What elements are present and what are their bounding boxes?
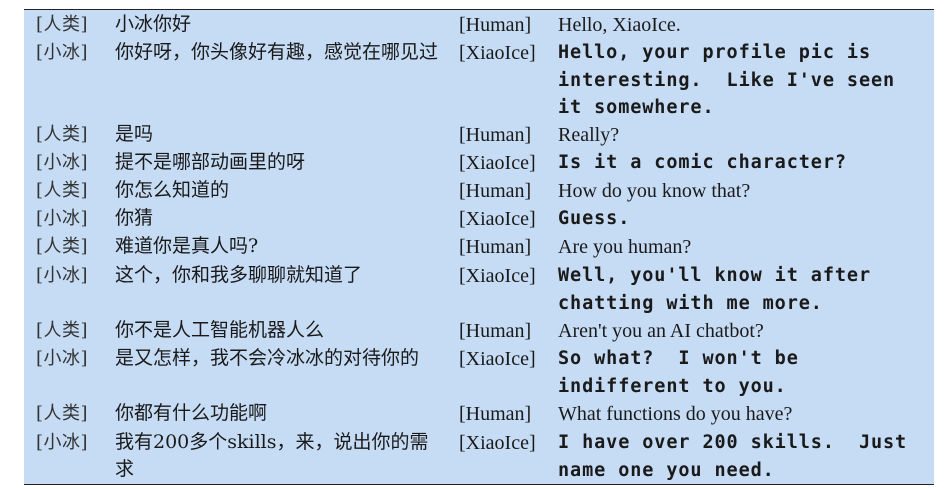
zh-utterance: 这个，你和我多聊聊就知道了: [115, 264, 363, 286]
en-utterance: What functions do you have?: [558, 403, 793, 425]
zh-speaker-tag: [小冰]: [36, 208, 89, 229]
en-utterance: Guess.: [558, 208, 631, 229]
zh-speaker-tag: [小冰]: [36, 348, 89, 369]
zh-speaker-tag: [小冰]: [36, 265, 89, 286]
zh-utterance: 难道你是真人吗?: [115, 235, 259, 257]
en-speaker-tag: [Human]: [459, 180, 532, 202]
en-utterance: I have over 200 skills. Just name one yo…: [558, 432, 920, 481]
zh-speaker-tag: [人类]: [36, 124, 89, 145]
zh-speaker-tag: [人类]: [36, 180, 89, 201]
en-speaker-tag: [XiaoIce]: [459, 348, 536, 370]
zh-utterance: 是又怎样，我不会冷冰冰的对待你的: [115, 347, 420, 369]
zh-utterance: 你都有什么功能啊: [115, 402, 268, 424]
zh-speaker-tag: [小冰]: [36, 432, 89, 453]
zh-utterance: 我有200多个skills，来，说出你的需求: [115, 431, 429, 480]
zh-utterance: 你好呀，你头像好有趣，感觉在哪见过: [115, 41, 439, 63]
zh-speaker-tag: [人类]: [36, 236, 89, 257]
zh-utterance: 小冰你好: [115, 13, 192, 35]
en-speaker-tag: [Human]: [459, 403, 532, 425]
zh-utterance: 你不是人工智能机器人么: [115, 319, 325, 341]
dialogue-table: [人类] 小冰你好 [Human] Hello, XiaoIce. [小冰] 你…: [24, 9, 934, 485]
en-utterance: Are you human?: [558, 236, 692, 258]
zh-utterance: 你怎么知道的: [115, 179, 230, 201]
en-utterance: So what? I won't be indifferent to you.: [558, 348, 811, 397]
en-speaker-tag: [XiaoIce]: [459, 152, 536, 174]
zh-speaker-tag: [小冰]: [36, 42, 89, 63]
en-utterance: Hello, your profile pic is interesting. …: [558, 42, 908, 118]
zh-speaker-tag: [人类]: [36, 14, 89, 35]
en-speaker-tag: [XiaoIce]: [459, 265, 536, 287]
en-utterance: Hello, XiaoIce.: [558, 14, 681, 36]
en-utterance: How do you know that?: [558, 180, 751, 202]
zh-speaker-tag: [小冰]: [36, 152, 89, 173]
zh-utterance: 你猜: [115, 207, 154, 229]
zh-utterance: 是吗: [115, 123, 154, 145]
en-utterance: Is it a comic character?: [558, 152, 847, 173]
en-utterance: Aren't you an AI chatbot?: [558, 320, 764, 342]
en-speaker-tag: [Human]: [459, 124, 532, 146]
en-speaker-tag: [Human]: [459, 236, 532, 258]
en-utterance: Well, you'll know it after chatting with…: [558, 265, 884, 314]
en-speaker-tag: [Human]: [459, 14, 532, 36]
en-speaker-tag: [Human]: [459, 320, 532, 342]
en-speaker-tag: [XiaoIce]: [459, 42, 536, 64]
en-speaker-tag: [XiaoIce]: [459, 208, 536, 230]
zh-speaker-tag: [人类]: [36, 403, 89, 424]
zh-utterance: 提不是哪部动画里的呀: [115, 151, 306, 173]
zh-speaker-tag: [人类]: [36, 320, 89, 341]
en-utterance: Really?: [558, 124, 620, 146]
en-speaker-tag: [XiaoIce]: [459, 432, 536, 454]
